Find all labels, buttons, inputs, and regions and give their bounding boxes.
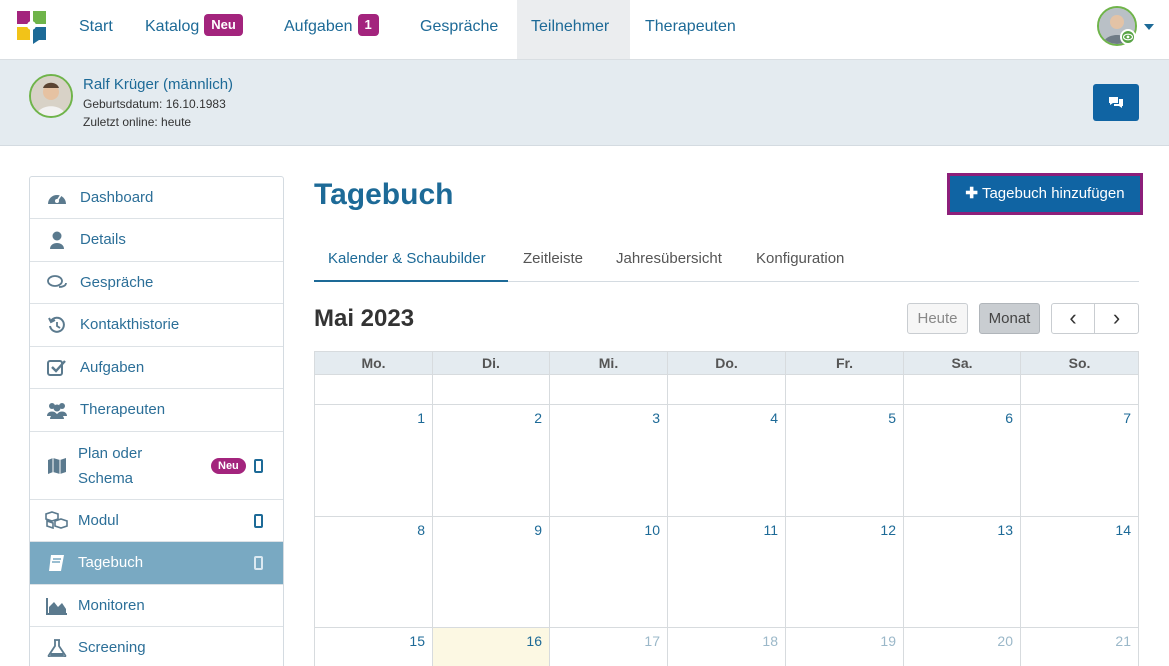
sidebar-item-plan[interactable]: Plan oder Schema Neu <box>30 432 283 500</box>
sidebar-item-gespraeche[interactable]: Gespräche <box>30 262 283 304</box>
check-square-icon <box>47 360 66 376</box>
calendar-day-cell[interactable]: 6 <box>904 405 1021 517</box>
chat-bubbles-icon <box>47 275 67 288</box>
chevron-down-icon[interactable] <box>1144 24 1154 30</box>
calendar-day-cell[interactable]: 13 <box>904 517 1021 628</box>
nav-gespraeche[interactable]: Gespräche <box>406 0 512 59</box>
map-icon <box>48 458 66 474</box>
calendar-grid: Mo. Di. Mi. Do. Fr. Sa. So. 1 2 3 4 5 6 7 8 9 10 11 12 13 14… <box>314 351 1139 666</box>
calendar-day-cell[interactable]: 1 <box>315 405 433 517</box>
nav-teilnehmer[interactable]: Teilnehmer <box>517 0 630 59</box>
calendar-day-cell[interactable]: 14 <box>1021 517 1139 628</box>
next-month-button[interactable]: › <box>1094 303 1139 334</box>
patient-name[interactable]: Ralf Krüger (männlich) <box>83 76 233 93</box>
cubes-icon <box>45 511 68 529</box>
calendar-day-cell[interactable]: 16 <box>433 628 550 666</box>
calendar-day-cell[interactable]: 5 <box>786 405 904 517</box>
chat-button[interactable] <box>1093 84 1139 121</box>
sidebar: Dashboard Details Gespräche Kontakthisto… <box>29 176 284 666</box>
eye-icon <box>1120 29 1136 45</box>
calendar-day-cell[interactable]: 17 <box>550 628 668 666</box>
calendar-day-cell[interactable]: 21 <box>1021 628 1139 666</box>
eye-glyph-icon <box>1122 33 1134 41</box>
mobile-icon <box>254 459 263 473</box>
calendar-day-cell[interactable]: 10 <box>550 517 668 628</box>
calendar-day-cell[interactable]: 18 <box>668 628 786 666</box>
weekday-header: Sa. <box>904 352 1021 375</box>
calendar-day-cell[interactable]: 11 <box>668 517 786 628</box>
nav-aufgaben[interactable]: Aufgaben 1 <box>270 0 393 59</box>
weekday-header: So. <box>1021 352 1139 375</box>
weekday-header: Do. <box>668 352 786 375</box>
sidebar-item-tagebuch[interactable]: Tagebuch <box>30 542 283 585</box>
area-chart-icon <box>46 598 67 615</box>
flask-icon <box>47 639 67 657</box>
sidebar-item-modul[interactable]: Modul <box>30 500 283 542</box>
tab-zeitleiste[interactable]: Zeitleiste <box>523 237 583 282</box>
mobile-icon <box>254 514 263 528</box>
prev-month-button[interactable]: ‹ <box>1051 303 1095 334</box>
sidebar-item-details[interactable]: Details <box>30 219 283 262</box>
mobile-icon <box>254 556 263 570</box>
tab-kalender[interactable]: Kalender & Schaubilder <box>314 237 508 282</box>
weekday-header: Mo. <box>315 352 433 375</box>
nav-therapeuten[interactable]: Therapeuten <box>631 0 750 59</box>
tab-konfiguration[interactable]: Konfiguration <box>756 237 844 282</box>
weekday-header: Fr. <box>786 352 904 375</box>
page-title: Tagebuch <box>314 178 454 211</box>
calendar-allday-cell[interactable] <box>1021 375 1139 405</box>
calendar-allday-cell[interactable] <box>315 375 433 405</box>
calendar-allday-cell[interactable] <box>668 375 786 405</box>
calendar-day-cell[interactable]: 12 <box>786 517 904 628</box>
nav-katalog[interactable]: Katalog Neu <box>131 0 257 59</box>
patient-header: Ralf Krüger (männlich) Geburtsdatum: 16.… <box>0 60 1169 146</box>
calendar-day-cell[interactable]: 19 <box>786 628 904 666</box>
sidebar-item-screening[interactable]: Screening <box>30 627 283 666</box>
calendar-day-cell[interactable]: 8 <box>315 517 433 628</box>
app-logo-icon[interactable] <box>17 11 47 44</box>
sidebar-item-dashboard[interactable]: Dashboard <box>30 177 283 219</box>
sidebar-item-kontakthistorie[interactable]: Kontakthistorie <box>30 304 283 347</box>
calendar-allday-cell[interactable] <box>433 375 550 405</box>
calendar-day-cell[interactable]: 3 <box>550 405 668 517</box>
book-icon <box>49 555 64 571</box>
calendar-allday-cell[interactable] <box>550 375 668 405</box>
add-diary-button[interactable]: ✚ Tagebuch hinzufügen <box>947 173 1143 215</box>
new-badge: Neu <box>204 14 243 36</box>
weekday-header: Di. <box>433 352 550 375</box>
plus-icon: ✚ <box>965 185 978 202</box>
nav-start[interactable]: Start <box>65 0 127 59</box>
calendar-allday-cell[interactable] <box>786 375 904 405</box>
history-icon <box>48 316 65 333</box>
sidebar-item-monitoren[interactable]: Monitoren <box>30 585 283 627</box>
calendar-day-cell[interactable]: 20 <box>904 628 1021 666</box>
count-badge: 1 <box>357 14 379 36</box>
users-icon <box>47 403 67 419</box>
dashboard-icon <box>48 194 66 204</box>
patient-birthdate: Geburtsdatum: 16.10.1983 <box>83 97 226 111</box>
calendar-day-cell[interactable]: 9 <box>433 517 550 628</box>
comments-icon <box>1109 97 1123 108</box>
chevron-left-icon: ‹ <box>1069 305 1077 330</box>
calendar-day-cell[interactable]: 4 <box>668 405 786 517</box>
month-view-button[interactable]: Monat <box>979 303 1040 334</box>
patient-portrait-icon <box>31 76 71 116</box>
top-navigation: Start Katalog Neu Aufgaben 1 Gespräche Tei… <box>0 0 1169 60</box>
new-badge: Neu <box>211 458 246 474</box>
chevron-right-icon: › <box>1112 305 1121 330</box>
calendar-allday-cell[interactable] <box>904 375 1021 405</box>
calendar-month-title: Mai 2023 <box>314 305 415 332</box>
tab-bar: Kalender & Schaubilder Zeitleiste Jahres… <box>314 237 1139 282</box>
calendar-day-cell[interactable]: 15 <box>315 628 433 666</box>
calendar-day-cell[interactable]: 2 <box>433 405 550 517</box>
tab-jahresuebersicht[interactable]: Jahresübersicht <box>616 237 722 282</box>
patient-last-online: Zuletzt online: heute <box>83 115 192 129</box>
user-icon <box>50 231 64 249</box>
sidebar-item-therapeuten[interactable]: Therapeuten <box>30 389 283 432</box>
today-button[interactable]: Heute <box>907 303 968 334</box>
patient-avatar <box>29 74 73 118</box>
sidebar-item-aufgaben[interactable]: Aufgaben <box>30 347 283 389</box>
calendar-day-cell[interactable]: 7 <box>1021 405 1139 517</box>
weekday-header: Mi. <box>550 352 668 375</box>
